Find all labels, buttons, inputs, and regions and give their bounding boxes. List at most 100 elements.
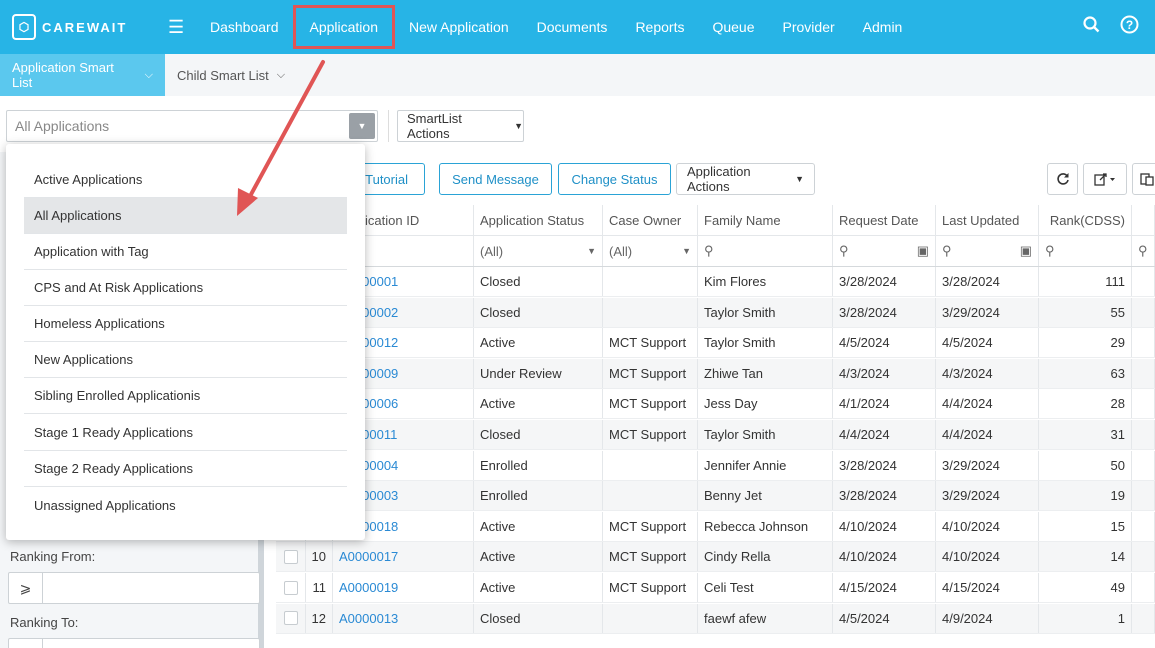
last-updated: 4/4/2024: [936, 420, 1039, 449]
smartlist-actions-button[interactable]: SmartList Actions ▼: [397, 110, 524, 142]
dropdown-item-new-applications[interactable]: New Applications: [24, 342, 347, 378]
application-status: Enrolled: [474, 450, 603, 480]
applications-grid: Application ID Application Status Case O…: [276, 205, 1155, 648]
header-request-date[interactable]: Request Date: [833, 205, 936, 235]
application-actions-button[interactable]: Application Actions ▼: [676, 163, 815, 195]
dropdown-item-unassigned[interactable]: Unassigned Applications: [24, 487, 347, 523]
case-owner: MCT Support: [603, 420, 698, 449]
hamburger-menu-icon[interactable]: ☰: [168, 17, 196, 38]
family-name: Zhiwe Tan: [698, 358, 833, 388]
table-row[interactable]: 11 A0000019 Active MCT Support Celi Test 4/15…: [276, 573, 1155, 603]
row-extra: [1132, 511, 1155, 541]
application-id-link[interactable]: A0000019: [333, 573, 474, 602]
tab-application-smart-list[interactable]: Application Smart List ⌵: [0, 54, 165, 96]
column-chooser-icon[interactable]: [1132, 163, 1155, 195]
dropdown-item-stage-1-ready[interactable]: Stage 1 Ready Applications: [24, 415, 347, 451]
header-rank-cdss[interactable]: Rank(CDSS): [1039, 205, 1132, 235]
request-date: 4/5/2024: [833, 328, 936, 358]
calendar-icon[interactable]: ▣: [1020, 243, 1032, 259]
family-name: Rebecca Johnson: [698, 511, 833, 541]
filter-application-status[interactable]: (All) ▼: [474, 236, 603, 266]
row-extra: [1132, 542, 1155, 572]
table-row[interactable]: A0000018 Active MCT Support Rebecca Johnson…: [276, 511, 1155, 542]
case-owner: [603, 481, 698, 511]
table-row[interactable]: A0000002 Closed Taylor Smith 3/28/2024 3/29/…: [276, 297, 1155, 328]
row-extra: [1132, 573, 1155, 602]
nav-reports[interactable]: Reports: [621, 0, 698, 54]
export-icon[interactable]: [1083, 163, 1127, 195]
last-updated: 3/29/2024: [936, 450, 1039, 480]
refresh-icon[interactable]: [1047, 163, 1078, 195]
help-icon[interactable]: ?: [1120, 15, 1139, 39]
header-case-owner[interactable]: Case Owner: [603, 205, 698, 235]
case-owner: MCT Support: [603, 573, 698, 602]
row-checkbox[interactable]: [283, 549, 298, 564]
rank-cdss: 19: [1039, 481, 1132, 511]
dropdown-item-cps-at-risk[interactable]: CPS and At Risk Applications: [24, 270, 347, 306]
nav-admin[interactable]: Admin: [849, 0, 917, 54]
table-row[interactable]: A0000003 Enrolled Benny Jet 3/28/2024 3/29/2…: [276, 481, 1155, 512]
dropdown-item-homeless[interactable]: Homeless Applications: [24, 306, 347, 342]
ranking-to-input[interactable]: [8, 638, 260, 648]
nav-application[interactable]: Application: [292, 5, 395, 49]
table-row[interactable]: 12 A0000013 Closed faewf afew 4/5/2024 4/9/20…: [276, 603, 1155, 634]
nav-dashboard[interactable]: Dashboard: [196, 0, 293, 54]
row-extra: [1132, 328, 1155, 358]
filter-rank-cdss[interactable]: ⚲: [1039, 236, 1132, 266]
search-icon[interactable]: [1083, 16, 1100, 38]
row-checkbox[interactable]: [283, 611, 298, 626]
last-updated: 4/9/2024: [936, 603, 1039, 633]
filter-case-owner[interactable]: (All) ▼: [603, 236, 698, 266]
nav-documents[interactable]: Documents: [523, 0, 622, 54]
carewait-logo[interactable]: ⬡ CAREWAIT: [12, 14, 160, 40]
calendar-icon[interactable]: ▣: [917, 243, 929, 259]
table-row[interactable]: A0000012 Active MCT Support Taylor Smith 4/5…: [276, 328, 1155, 359]
tab-child-smart-list[interactable]: Child Smart List ⌵: [165, 54, 297, 96]
change-status-button[interactable]: Change Status: [558, 163, 671, 195]
header-application-status[interactable]: Application Status: [474, 205, 603, 235]
filter-family-name[interactable]: ⚲: [698, 236, 833, 266]
application-status: Closed: [474, 420, 603, 449]
row-checkbox-cell[interactable]: [276, 542, 306, 572]
application-id-link[interactable]: A0000013: [333, 603, 474, 633]
tab-label: Child Smart List: [177, 67, 269, 83]
header-last-updated[interactable]: Last Updated: [936, 205, 1039, 235]
rank-cdss: 31: [1039, 420, 1132, 449]
application-status: Active: [474, 542, 603, 572]
last-updated: 4/4/2024: [936, 389, 1039, 419]
request-date: 4/4/2024: [833, 420, 936, 449]
send-message-button[interactable]: Send Message: [439, 163, 552, 195]
table-row[interactable]: A0000011 Closed MCT Support Taylor Smith 4/4…: [276, 420, 1155, 450]
dropdown-item-active-applications[interactable]: Active Applications: [24, 162, 347, 198]
operator-gte-button[interactable]: ⩾: [9, 573, 43, 603]
nav-provider[interactable]: Provider: [769, 0, 849, 54]
divider: [388, 110, 389, 142]
dropdown-item-application-with-tag[interactable]: Application with Tag: [24, 234, 347, 270]
smartlist-select-value: All Applications: [15, 118, 110, 134]
table-row[interactable]: A0000006 Active MCT Support Jess Day 4/1/202…: [276, 389, 1155, 420]
dropdown-item-sibling-enrolled[interactable]: Sibling Enrolled Applicationis: [24, 378, 347, 414]
filter-extra[interactable]: ⚲: [1132, 236, 1155, 266]
application-status: Active: [474, 328, 603, 358]
filter-last-updated[interactable]: ⚲ ▣: [936, 236, 1039, 266]
header-family-name[interactable]: Family Name: [698, 205, 833, 235]
dropdown-item-stage-2-ready[interactable]: Stage 2 Ready Applications: [24, 451, 347, 487]
table-row[interactable]: A0000004 Enrolled Jennifer Annie 3/28/2024 3…: [276, 450, 1155, 481]
smartlist-select[interactable]: All Applications ▼: [6, 110, 378, 142]
row-checkbox-cell[interactable]: [276, 573, 306, 602]
row-checkbox[interactable]: [283, 580, 298, 595]
ranking-from-input[interactable]: ⩾: [8, 572, 260, 604]
table-row[interactable]: 10 A0000017 Active MCT Support Cindy Rella 4/…: [276, 542, 1155, 573]
table-row[interactable]: A0000001 Closed Kim Flores 3/28/2024 3/28/20…: [276, 267, 1155, 297]
row-checkbox-cell[interactable]: [276, 603, 306, 633]
table-row[interactable]: A0000009 Under Review MCT Support Zhiwe Tan…: [276, 358, 1155, 389]
case-owner: MCT Support: [603, 358, 698, 388]
dropdown-item-all-applications[interactable]: All Applications: [24, 198, 347, 234]
application-id-link[interactable]: A0000017: [333, 542, 474, 572]
filter-request-date[interactable]: ⚲ ▣: [833, 236, 936, 266]
operator-lte-button[interactable]: [9, 639, 43, 648]
case-owner: [603, 450, 698, 480]
nav-new-application[interactable]: New Application: [395, 0, 523, 54]
dropdown-caret-icon[interactable]: ▼: [349, 113, 375, 139]
nav-queue[interactable]: Queue: [698, 0, 768, 54]
